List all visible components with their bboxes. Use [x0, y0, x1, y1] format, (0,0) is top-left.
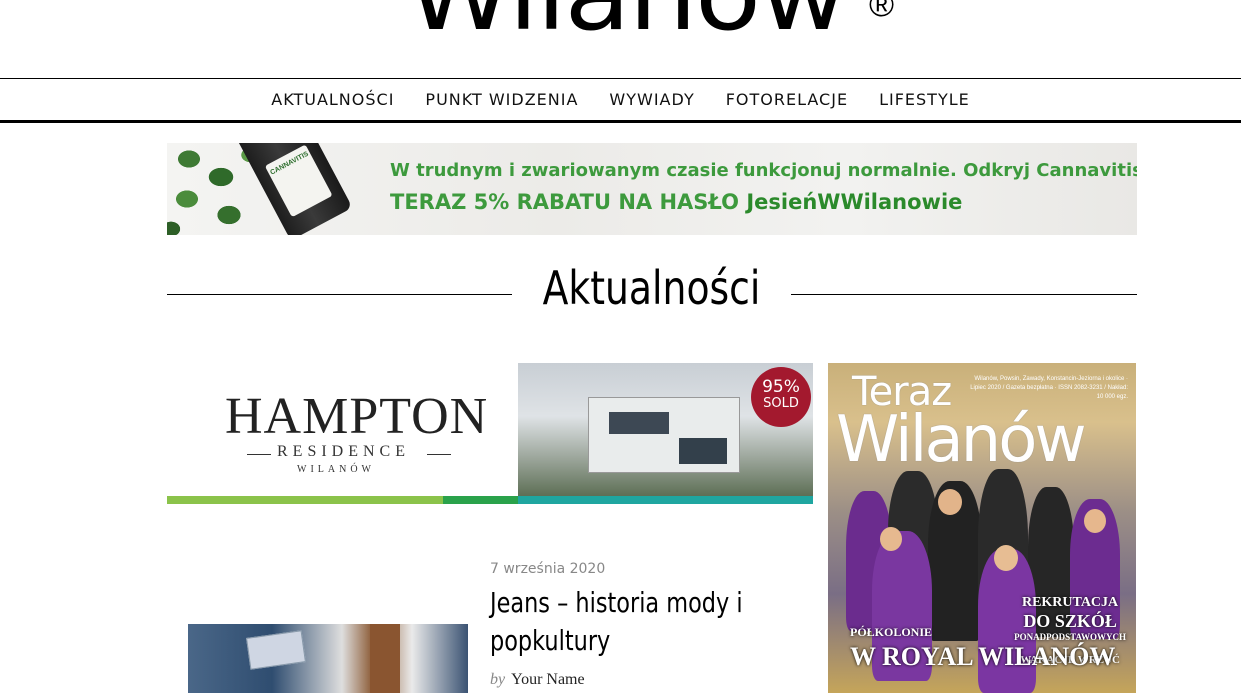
article-byline: by Your Name [490, 671, 585, 689]
divider [427, 454, 451, 455]
ad-stripe-mid [443, 496, 518, 504]
cannavitis-ad-banner[interactable]: CANNAVITIS W trudnym i zwariowanym czasi… [167, 143, 1137, 235]
logo-wordmark: Wilanów [406, 0, 847, 46]
section-rule-left [167, 294, 512, 295]
byline-prefix: by [490, 671, 506, 688]
hampton-logo-panel: HAMPTON RESIDENCE WILANÓW [167, 363, 518, 496]
hampton-residence: RESIDENCE [277, 443, 410, 460]
hampton-location: WILANÓW [297, 464, 375, 475]
banner-headline: W trudnym i zwariowanym czasie funkcjonu… [390, 160, 1137, 181]
section-title: Aktualności [542, 261, 761, 315]
sold-badge: 95% SOLD [751, 367, 811, 427]
banner-promo: TERAZ 5% RABATU NA HASŁO JesieńWWilanowi… [390, 190, 962, 214]
sold-percent: 95% [762, 377, 800, 397]
article-date: 7 września 2020 [490, 561, 606, 577]
nav-item-punkt-widzenia[interactable]: PUNKT WIDZENIA [425, 90, 578, 109]
ad-stripe-teal [518, 496, 813, 504]
house-image [588, 397, 740, 473]
divider [247, 454, 271, 455]
article-thumbnail[interactable] [188, 624, 468, 693]
nav-item-fotorelacje[interactable]: FOTORELACJE [726, 90, 848, 109]
nav-item-lifestyle[interactable]: LIFESTYLE [879, 90, 970, 109]
cover-headline-left: PÓŁKOLONIE W ROYAL WILANÓW [850, 625, 1115, 671]
hampton-residence-ad[interactable]: HAMPTON RESIDENCE WILANÓW 95% SOLD [167, 363, 813, 504]
registered-mark: ® [869, 0, 895, 24]
cover-text: PÓŁKOLONIE [850, 625, 933, 639]
article-author-link[interactable]: Your Name [511, 671, 584, 688]
bottle-label: CANNAVITIS [264, 144, 333, 218]
nav-bottom-divider [0, 120, 1241, 123]
cover-text: REKRUTACJA [1021, 595, 1119, 610]
nav-item-aktualnosci[interactable]: AKTUALNOŚCI [271, 90, 394, 109]
nav-item-wywiady[interactable]: WYWIADY [609, 90, 694, 109]
section-rule-right [791, 294, 1137, 295]
face [1084, 509, 1106, 533]
cover-text: W ROYAL WILANÓW [850, 642, 1116, 671]
magazine-cover[interactable]: Teraz Wilanów Wilanów, Powsin, Zawady, K… [828, 363, 1136, 693]
main-nav: AKTUALNOŚCI PUNKT WIDZENIA WYWIADY FOTOR… [0, 79, 1241, 120]
sold-word: SOLD [763, 396, 799, 411]
face [880, 527, 902, 551]
jeans-tag-image [246, 630, 306, 670]
house-photo: 95% SOLD [518, 363, 813, 496]
face [938, 489, 962, 515]
article-title-link[interactable]: Jeans – historia mody i popkultury [490, 584, 778, 660]
banner-promo-text: TERAZ 5% RABATU NA HASŁO [390, 190, 747, 214]
cover-meta: Wilanów, Powsin, Zawady, Konstancin-Jezi… [970, 376, 1128, 400]
belt-image [370, 624, 400, 693]
banner-promo-code: JesieńWWilanowie [746, 190, 963, 214]
site-logo[interactable]: Wilanów ® [0, 0, 1241, 78]
face [994, 545, 1018, 571]
hampton-name: HAMPTON [225, 388, 489, 445]
